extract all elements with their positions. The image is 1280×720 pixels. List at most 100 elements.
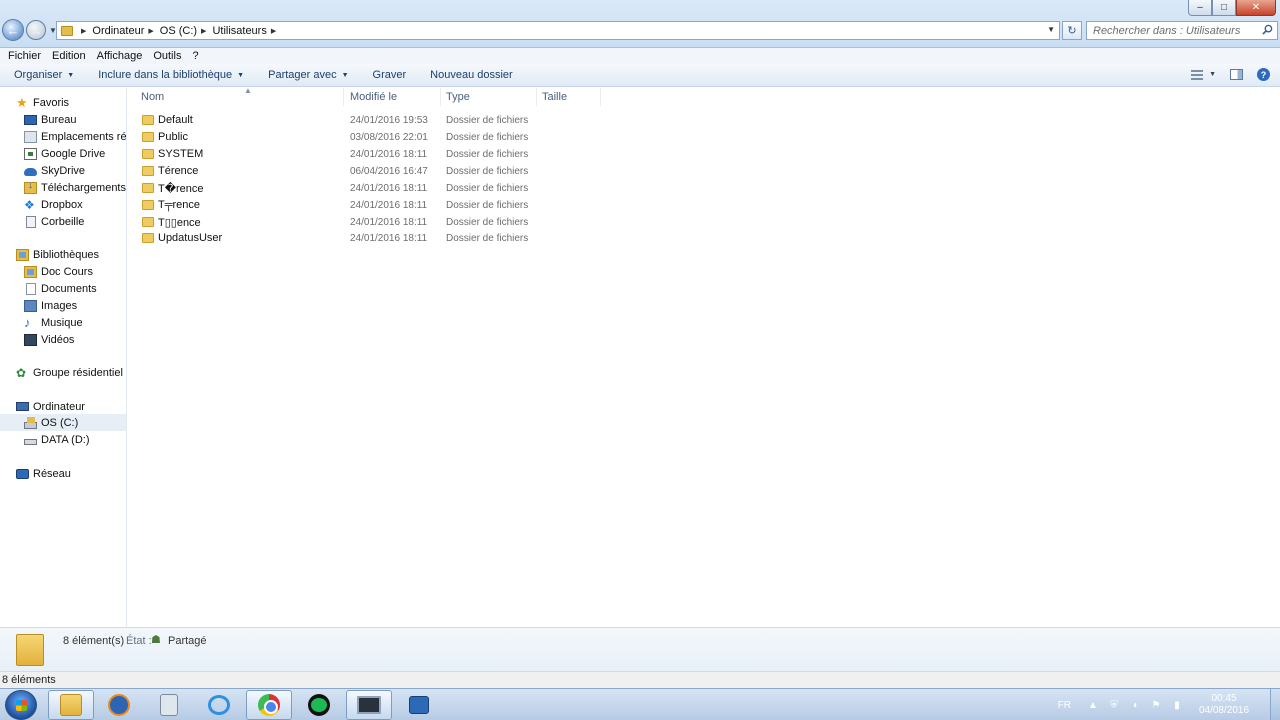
column-header-modified[interactable]: Modifié le bbox=[345, 88, 441, 106]
security-icon[interactable]: ⛨ bbox=[1108, 699, 1120, 711]
clock[interactable]: 00:45 04/08/2016 bbox=[1192, 693, 1256, 717]
nav-skydrive[interactable]: SkyDrive bbox=[0, 162, 126, 179]
chevron-right-icon[interactable]: ▶ bbox=[271, 27, 276, 35]
menu-view[interactable]: Affichage bbox=[97, 50, 143, 62]
nav-google-drive[interactable]: Google Drive bbox=[0, 145, 126, 162]
table-row[interactable]: Default 24/01/2016 19:53 Dossier de fich… bbox=[128, 112, 608, 129]
taskbar-internet-explorer[interactable] bbox=[196, 690, 242, 720]
menu-edit[interactable]: Edition bbox=[52, 50, 86, 62]
nav-computer[interactable]: Ordinateur bbox=[0, 398, 126, 415]
volume-icon[interactable]: ◖ bbox=[1129, 699, 1141, 711]
column-header-type[interactable]: Type bbox=[441, 88, 537, 106]
nav-homegroup[interactable]: ✿ Groupe résidentiel bbox=[0, 364, 126, 381]
minimize-button[interactable]: – bbox=[1188, 0, 1212, 16]
sort-up-icon: ▲ bbox=[244, 86, 252, 95]
network-app-icon bbox=[409, 696, 429, 714]
preview-pane-icon[interactable] bbox=[1230, 69, 1243, 80]
organize-button[interactable]: Organiser ▼ bbox=[14, 69, 74, 81]
media-player-icon bbox=[108, 694, 130, 716]
column-header-name[interactable]: Nom ▲ bbox=[136, 86, 344, 106]
nav-favorites[interactable]: ★ Favoris bbox=[0, 94, 126, 111]
title-bar: – □ ✕ ← → ▼ ▶ Ordinateur ▶ OS (C:) ▶ Uti… bbox=[0, 0, 1280, 48]
nav-images-label: Images bbox=[41, 299, 78, 312]
network-signal-icon[interactable]: ▮ bbox=[1171, 699, 1183, 711]
navigation-pane: ★ Favoris Bureau Emplacements récer Goog… bbox=[0, 88, 127, 627]
nav-doc-cours[interactable]: Doc Cours bbox=[0, 263, 126, 280]
column-type-label: Type bbox=[446, 91, 470, 103]
chevron-right-icon[interactable]: ▶ bbox=[81, 27, 86, 35]
nav-images[interactable]: Images bbox=[0, 297, 126, 314]
table-row[interactable]: T╤rence 24/01/2016 18:11 Dossier de fich… bbox=[128, 197, 608, 214]
nav-network-label: Réseau bbox=[33, 467, 71, 480]
table-row[interactable]: T�rence 24/01/2016 18:11 Dossier de fich… bbox=[128, 180, 608, 197]
search-box[interactable] bbox=[1086, 21, 1278, 40]
taskbar-screen-app[interactable] bbox=[346, 690, 392, 720]
file-type: Dossier de fichiers bbox=[446, 166, 529, 177]
status-bar: 8 éléments bbox=[0, 671, 1280, 688]
help-icon[interactable]: ? bbox=[1257, 68, 1270, 81]
chevron-right-icon[interactable]: ▶ bbox=[201, 27, 206, 35]
nav-doc-cours-label: Doc Cours bbox=[41, 265, 93, 278]
taskbar-calculator[interactable] bbox=[146, 690, 192, 720]
nav-downloads[interactable]: Téléchargements bbox=[0, 179, 126, 196]
start-button[interactable] bbox=[5, 690, 37, 720]
spotify-icon bbox=[308, 694, 330, 716]
column-header-size[interactable]: Taille bbox=[537, 88, 601, 106]
burn-button[interactable]: Graver bbox=[373, 69, 407, 81]
nav-music-label: Musique bbox=[41, 316, 83, 329]
search-input[interactable] bbox=[1093, 24, 1253, 37]
system-tray: FR ▲ ⛨ ◖ ⚑ ▮ 00:45 04/08/2016 bbox=[1058, 689, 1280, 720]
taskbar-network-app[interactable] bbox=[396, 690, 442, 720]
nav-drive-d[interactable]: DATA (D:) bbox=[0, 431, 126, 448]
forward-button[interactable]: → bbox=[26, 20, 46, 40]
taskbar-media-player[interactable] bbox=[96, 690, 142, 720]
table-row[interactable]: Térence 06/04/2016 16:47 Dossier de fich… bbox=[128, 163, 608, 180]
table-row[interactable]: UpdatusUser 24/01/2016 18:11 Dossier de … bbox=[128, 230, 608, 247]
taskbar-chrome[interactable] bbox=[246, 690, 292, 720]
maximize-button[interactable]: □ bbox=[1212, 0, 1236, 16]
chevron-right-icon[interactable]: ▶ bbox=[148, 27, 153, 35]
table-row[interactable]: T▯▯ence 24/01/2016 18:11 Dossier de fich… bbox=[128, 214, 608, 231]
nav-dropbox[interactable]: ❖ Dropbox bbox=[0, 196, 126, 213]
folder-icon bbox=[16, 634, 44, 666]
taskbar-explorer[interactable] bbox=[48, 690, 94, 720]
column-size-label: Taille bbox=[542, 91, 568, 103]
address-history-dropdown[interactable]: ▼ bbox=[1047, 25, 1055, 34]
table-row[interactable]: SYSTEM 24/01/2016 18:11 Dossier de fichi… bbox=[128, 146, 608, 163]
action-center-flag-icon[interactable]: ⚑ bbox=[1150, 699, 1162, 711]
nav-network[interactable]: Réseau bbox=[0, 465, 126, 482]
nav-music[interactable]: ♪ Musique bbox=[0, 314, 126, 331]
show-hidden-icons-icon[interactable]: ▲ bbox=[1087, 699, 1099, 711]
table-row[interactable]: Public 03/08/2016 22:01 Dossier de fichi… bbox=[128, 129, 608, 146]
share-with-button[interactable]: Partager avec ▼ bbox=[268, 69, 348, 81]
nav-documents[interactable]: Documents bbox=[0, 280, 126, 297]
back-button[interactable]: ← bbox=[2, 19, 24, 41]
search-icon[interactable] bbox=[1262, 24, 1273, 35]
folder-icon bbox=[142, 200, 154, 210]
column-name-label: Nom bbox=[141, 91, 165, 103]
nav-videos[interactable]: Vidéos bbox=[0, 331, 126, 348]
change-view-button[interactable]: ▼ bbox=[1191, 69, 1216, 80]
breadcrumb-computer[interactable]: Ordinateur bbox=[92, 25, 144, 37]
menu-file[interactable]: Fichier bbox=[8, 50, 41, 62]
new-folder-button[interactable]: Nouveau dossier bbox=[430, 69, 513, 81]
nav-recycle-bin[interactable]: Corbeille bbox=[0, 213, 126, 230]
nav-desktop[interactable]: Bureau bbox=[0, 111, 126, 128]
star-icon: ★ bbox=[16, 94, 28, 110]
breadcrumb-users[interactable]: Utilisateurs bbox=[212, 25, 266, 37]
file-name: T▯▯ence bbox=[158, 217, 201, 229]
breadcrumb-drive-c[interactable]: OS (C:) bbox=[160, 25, 197, 37]
window-controls: – □ ✕ bbox=[1188, 0, 1276, 16]
refresh-button[interactable]: ↻ bbox=[1062, 21, 1082, 40]
nav-libraries[interactable]: Bibliothèques bbox=[0, 246, 126, 263]
menu-tools[interactable]: Outils bbox=[153, 50, 181, 62]
close-button[interactable]: ✕ bbox=[1236, 0, 1276, 16]
menu-help[interactable]: ? bbox=[192, 50, 198, 62]
address-bar[interactable]: ▶ Ordinateur ▶ OS (C:) ▶ Utilisateurs ▶ … bbox=[56, 21, 1060, 40]
nav-drive-c[interactable]: OS (C:) bbox=[0, 414, 126, 431]
nav-recent-places[interactable]: Emplacements récer bbox=[0, 128, 126, 145]
taskbar-spotify[interactable] bbox=[296, 690, 342, 720]
show-desktop-button[interactable] bbox=[1270, 689, 1280, 720]
language-indicator[interactable]: FR bbox=[1058, 700, 1071, 711]
include-in-library-button[interactable]: Inclure dans la bibliothèque ▼ bbox=[98, 69, 244, 81]
